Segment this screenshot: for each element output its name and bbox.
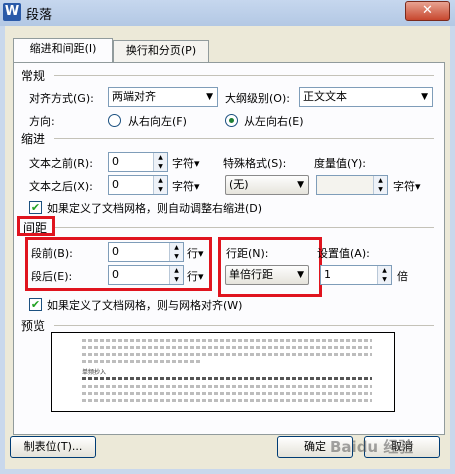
dialog-client: 缩进和间距(I) 换行和分页(P) 常规 对齐方式(G): 两端对齐 ▼ 大纲级… [5,26,450,469]
alignment-select[interactable]: 两端对齐 ▼ [108,87,218,107]
special-format-value: (无) [229,178,249,191]
space-before-input[interactable]: 0 ▲ ▼ [108,242,184,262]
divider [54,227,434,228]
indent-after-input[interactable]: 0 ▲ ▼ [108,175,168,195]
chevron-down-icon: ▼ [297,270,304,280]
space-before-label: 段前(B): [31,247,73,260]
space-after-value: 0 [112,268,119,281]
spinner-arrows-icon[interactable]: ▲ ▼ [169,266,183,284]
rtl-label: 从右向左(F) [128,115,187,128]
alignment-value: 两端对齐 [112,90,156,103]
line-spacing-label: 行距(N): [226,247,269,260]
indent-before-unit[interactable]: 字符▾ [172,155,200,171]
spinner-arrows-icon[interactable]: ▲ ▼ [153,153,167,171]
dialog-title: 段落 [26,8,53,23]
setting-value-value: 1 [324,268,331,281]
rtl-radio[interactable] [108,114,121,127]
indent-after-unit[interactable]: 字符▾ [172,178,200,194]
direction-label: 方向: [29,115,55,128]
spinner-arrows-icon[interactable]: ▲ ▼ [153,176,167,194]
close-button[interactable]: ✕ [405,1,450,21]
space-before-value: 0 [112,245,119,258]
measure-input[interactable]: ▲ ▼ [316,175,388,195]
spinner-arrows-icon[interactable]: ▲ ▼ [169,243,183,261]
alignment-label: 对齐方式(G): [29,92,94,105]
tab-stops-button[interactable]: 制表位(T)... [10,436,96,458]
indent-grid-label: 如果定义了文档网格，则自动调整右缩进(D) [47,202,263,215]
preview-line [82,392,372,395]
space-before-unit[interactable]: 行▾ [187,245,204,261]
setting-value-unit: 倍 [397,270,408,283]
space-after-label: 段后(E): [31,270,73,283]
divider [54,138,434,139]
line-spacing-select[interactable]: 单倍行距 ▼ [225,265,309,285]
indent-before-input[interactable]: 0 ▲ ▼ [108,152,168,172]
spacing-grid-checkbox[interactable]: ✔ [29,298,42,311]
tab-indent-spacing[interactable]: 缩进和间距(I) [13,38,113,62]
highlight-box-spacing-title [17,216,55,236]
indent-after-label: 文本之后(X): [29,180,93,193]
divider [54,325,434,326]
indent-after-value: 0 [112,178,119,191]
preview-line [82,346,372,349]
preview-line [82,339,372,342]
section-general: 常规 [21,67,50,84]
special-format-select[interactable]: (无) ▼ [225,175,309,195]
tab-line-page-breaks[interactable]: 换行和分页(P) [113,40,209,62]
space-after-input[interactable]: 0 ▲ ▼ [108,265,184,285]
outline-select[interactable]: 正文文本 ▼ [299,87,433,107]
preview-line [82,377,372,380]
wps-writer-icon: W [3,3,21,21]
divider [54,75,434,76]
section-preview: 预览 [21,317,50,334]
setting-value-input[interactable]: 1 ▲ ▼ [320,265,392,285]
outline-label: 大纲级别(O): [225,92,290,105]
setting-value-label: 设置值(A): [317,247,370,260]
space-after-unit[interactable]: 行▾ [187,268,204,284]
watermark: Baidu 经验 [330,438,414,456]
ltr-label: 从左向右(E) [244,115,304,128]
indent-before-label: 文本之前(R): [29,157,93,170]
preview-box: 单频抄入 [51,332,395,412]
ltr-radio[interactable] [225,114,238,127]
outline-value: 正文文本 [303,90,347,103]
special-format-label: 特殊格式(S): [223,157,287,170]
chevron-down-icon: ▼ [421,92,428,102]
chevron-down-icon: ▼ [297,180,304,190]
preview-line [82,399,372,402]
measure-label: 度量值(Y): [314,157,367,170]
spinner-arrows-icon[interactable]: ▲ ▼ [377,266,391,284]
title-bar: W 段落 ✕ [0,0,455,26]
spacing-grid-label: 如果定义了文档网格，则与网格对齐(W) [47,299,243,312]
preview-line [82,360,202,363]
line-spacing-value: 单倍行距 [229,268,273,281]
measure-unit[interactable]: 字符▾ [393,178,421,194]
chevron-down-icon: ▼ [206,92,213,102]
preview-line [82,353,372,356]
preview-line [82,385,372,388]
section-indent: 缩进 [21,130,50,147]
indent-grid-checkbox[interactable]: ✔ [29,201,42,214]
spinner-arrows-icon[interactable]: ▲ ▼ [373,176,387,194]
preview-sample-text: 单频抄入 [82,369,107,376]
indent-before-value: 0 [112,155,119,168]
